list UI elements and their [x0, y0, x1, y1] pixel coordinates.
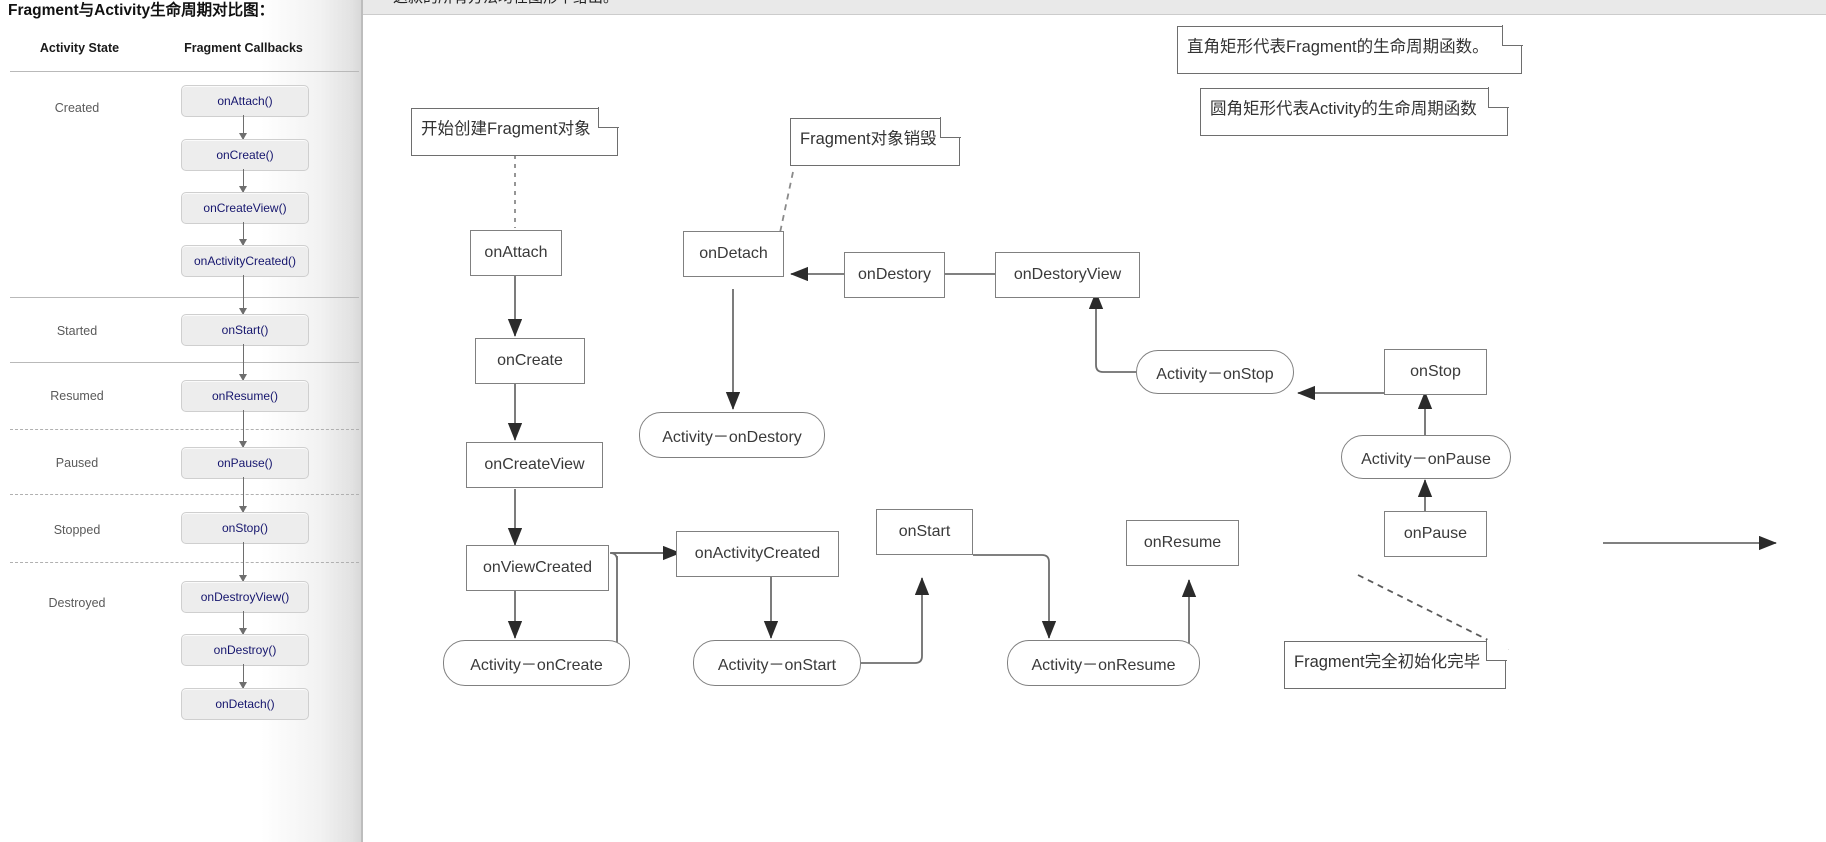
activity-state-label: Paused [55, 456, 99, 470]
fragment-callback-box: onDestroyView() [181, 581, 309, 613]
table-divider-5 [10, 562, 359, 563]
fragment-lifecycle-diagram: 这款的所有方法均在图形中给出。 [363, 0, 1826, 842]
note-fold-icon [598, 107, 619, 128]
callback-flow-arrow [239, 169, 247, 193]
fragment-callback-box: onDetach() [181, 688, 309, 720]
fragment-callback-box: onCreate() [181, 139, 309, 171]
activity-state-label: Resumed [50, 389, 104, 403]
fragment-callback-box: onPause() [181, 447, 309, 479]
fragment-callback-box: onStop() [181, 512, 309, 544]
activity-node-act-onStop: Activity－onStop [1136, 350, 1294, 394]
column-header-fragment-callbacks: Fragment Callbacks [184, 41, 303, 55]
fragment-node-onCreateView: onCreateView [466, 442, 603, 488]
fragment-node-onResume: onResume [1126, 520, 1239, 566]
callback-flow-arrow [239, 542, 247, 582]
table-divider-2 [10, 362, 359, 363]
fragment-node-onCreate: onCreate [475, 338, 585, 384]
table-divider-0 [10, 71, 359, 72]
clipped-text-line: 这款的所有方法均在图形中给出。 [393, 0, 618, 7]
note-fold-icon [940, 117, 961, 138]
fragment-node-onViewCreated: onViewCreated [466, 545, 609, 591]
callback-flow-arrow [239, 275, 247, 315]
callback-flow-arrow [239, 611, 247, 635]
diagram-note-note-legend-round: 圆角矩形代表Activity的生命周期函数 [1200, 86, 1510, 136]
table-divider-3 [10, 429, 359, 430]
fragment-callback-box: onDestroy() [181, 634, 309, 666]
fragment-callback-box: onActivityCreated() [181, 245, 309, 277]
note-text: 直角矩形代表Fragment的生命周期函数。 [1187, 38, 1489, 56]
table-divider-4 [10, 494, 359, 495]
fragment-callback-box: onStart() [181, 314, 309, 346]
fragment-callback-box: onResume() [181, 380, 309, 412]
activity-node-act-onDestory: Activity－onDestory [639, 412, 825, 458]
diagram-note-note-legend-rect: 直角矩形代表Fragment的生命周期函数。 [1177, 24, 1524, 74]
note-text: 开始创建Fragment对象 [421, 120, 591, 138]
column-header-activity-state: Activity State [39, 41, 120, 55]
callback-flow-arrow [239, 664, 247, 689]
clipped-header-strip: 这款的所有方法均在图形中给出。 [363, 0, 1826, 15]
activity-node-act-onResume: Activity－onResume [1007, 640, 1200, 686]
callback-flow-arrow [239, 115, 247, 140]
fragment-node-onDetach: onDetach [683, 231, 784, 277]
note-fold-icon [1486, 640, 1507, 661]
activity-state-label: Destroyed [48, 596, 106, 610]
table-divider-1 [10, 297, 359, 298]
activity-state-label: Started [56, 324, 98, 338]
activity-node-act-onPause: Activity－onPause [1341, 435, 1511, 479]
activity-node-act-onStart: Activity－onStart [693, 640, 861, 686]
callback-flow-arrow [239, 410, 247, 448]
callback-flow-arrow [239, 344, 247, 381]
fragment-node-onDestoryView: onDestoryView [995, 252, 1140, 298]
activity-state-label: Created [54, 101, 100, 115]
activity-node-act-onCreate: Activity－onCreate [443, 640, 630, 686]
page-title: Fragment与Activity生命周期对比图： [8, 2, 275, 19]
activity-state-label: Stopped [53, 523, 101, 537]
fragment-node-onStart: onStart [876, 509, 973, 555]
callback-flow-arrow [239, 222, 247, 246]
note-text: Fragment完全初始化完毕 [1294, 653, 1481, 671]
fragment-node-onAttach: onAttach [470, 230, 562, 276]
note-text: 圆角矩形代表Activity的生命周期函数 [1210, 100, 1477, 118]
note-text: Fragment对象销毁 [800, 130, 937, 148]
diagram-note-note-create: 开始创建Fragment对象 [411, 106, 620, 156]
note-fold-icon [1488, 87, 1509, 108]
fragment-node-onPause: onPause [1384, 511, 1487, 557]
fragment-callback-box: onCreateView() [181, 192, 309, 224]
note-fold-icon [1502, 25, 1523, 46]
fragment-callback-box: onAttach() [181, 85, 309, 117]
callback-flow-arrow [239, 477, 247, 513]
diagram-note-note-init-done: Fragment完全初始化完毕 [1284, 639, 1508, 689]
lifecycle-comparison-image: Fragment与Activity生命周期对比图： Activity State… [0, 0, 363, 842]
fragment-node-onStop: onStop [1384, 349, 1487, 395]
diagram-note-note-destroy: Fragment对象销毁 [790, 116, 962, 166]
fragment-node-onDestory: onDestory [844, 252, 945, 298]
fragment-node-onActivityCreated: onActivityCreated [676, 531, 839, 577]
